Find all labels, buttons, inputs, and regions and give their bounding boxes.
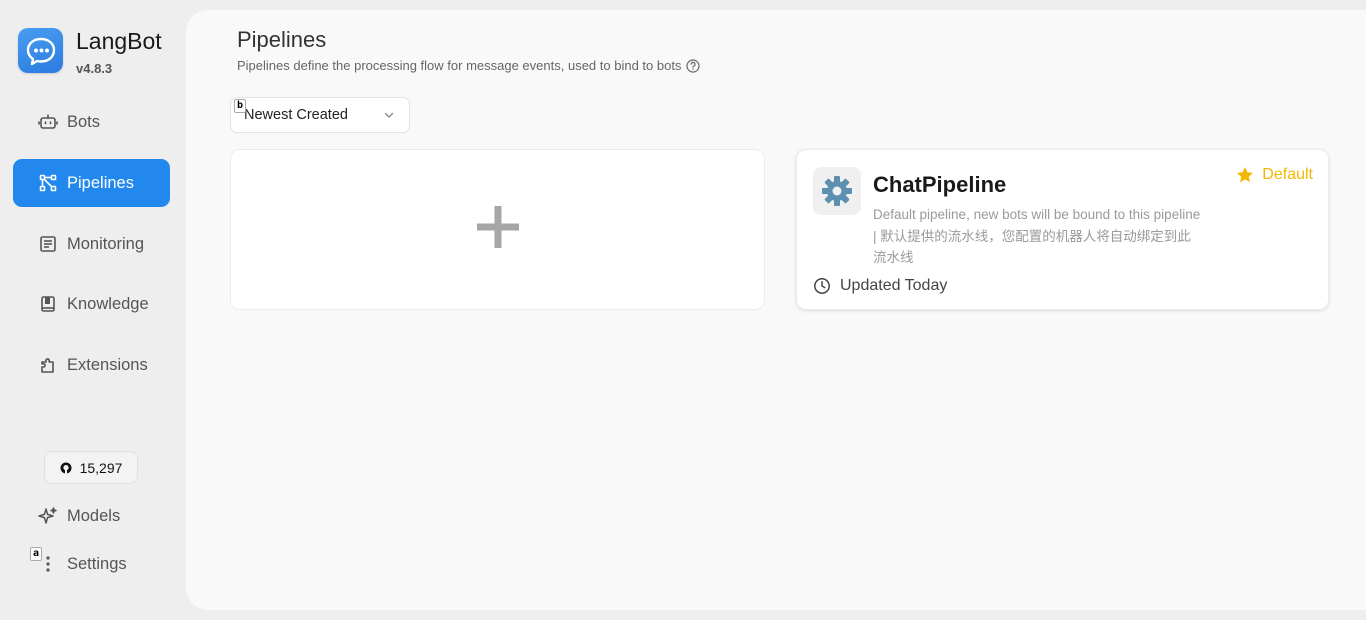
- sidebar-item-label: Settings: [67, 554, 127, 573]
- clock-icon: [813, 277, 831, 295]
- sidebar-item-extensions[interactable]: Extensions: [13, 341, 170, 389]
- star-icon: [1236, 166, 1254, 184]
- sidebar-item-label: Monitoring: [67, 234, 145, 253]
- sidebar-item-bots[interactable]: Bots: [13, 98, 170, 146]
- document-list-icon: [38, 234, 58, 254]
- gear-icon: [813, 167, 861, 215]
- sidebar: LangBot v4.8.3 Bots Pipelines Monitoring…: [0, 0, 185, 620]
- brand-name: LangBot: [76, 28, 162, 54]
- element-tag-b: b: [234, 99, 246, 113]
- brand: LangBot v4.8.3: [18, 28, 162, 76]
- pipeline-name: ChatPipeline: [873, 172, 1007, 197]
- sidebar-item-label: Models: [67, 506, 121, 525]
- default-badge: Default: [1236, 166, 1313, 184]
- sidebar-item-models[interactable]: Models: [13, 492, 170, 540]
- chevron-down-icon: [383, 109, 395, 121]
- pipeline-description: Default pipeline, new bots will be bound…: [873, 207, 1201, 265]
- sidebar-item-label: Knowledge: [67, 294, 149, 313]
- book-icon: [38, 294, 58, 314]
- github-stars-count: 15,297: [79, 459, 123, 476]
- sidebar-item-monitoring[interactable]: Monitoring: [13, 220, 170, 268]
- plus-icon: [475, 204, 521, 255]
- robot-icon: [38, 112, 58, 132]
- add-pipeline-card[interactable]: [230, 149, 765, 310]
- sort-select[interactable]: Newest Created: [230, 97, 410, 133]
- pipeline-updated: Updated Today: [813, 277, 947, 295]
- sidebar-item-label: Bots: [67, 112, 101, 131]
- workflow-icon: [38, 173, 58, 193]
- sidebar-item-pipelines[interactable]: Pipelines: [13, 159, 170, 207]
- pipeline-updated-text: Updated Today: [840, 277, 948, 294]
- puzzle-icon: [38, 355, 58, 375]
- page-title: Pipelines: [237, 27, 327, 52]
- help-icon[interactable]: [686, 58, 701, 73]
- sidebar-item-knowledge[interactable]: Knowledge: [13, 280, 170, 328]
- app-root: LangBot v4.8.3 Bots Pipelines Monitoring…: [0, 0, 1366, 620]
- sidebar-item-label: Extensions: [67, 355, 148, 374]
- github-stars-button[interactable]: 15,297: [44, 451, 138, 484]
- github-icon: [60, 462, 72, 474]
- sort-select-value: Newest Created: [244, 107, 348, 123]
- page-subtitle: Pipelines define the processing flow for…: [237, 58, 701, 73]
- brand-version: v4.8.3: [76, 61, 113, 76]
- element-tag-a: a: [30, 547, 42, 561]
- pipeline-card[interactable]: ChatPipeline Default pipeline, new bots …: [796, 149, 1329, 310]
- default-badge-label: Default: [1262, 166, 1313, 183]
- langbot-logo-icon: [18, 28, 63, 73]
- sparkle-icon: [38, 506, 58, 526]
- sidebar-item-label: Pipelines: [67, 173, 134, 192]
- main-panel: Pipelines Pipelines define the processin…: [186, 10, 1366, 610]
